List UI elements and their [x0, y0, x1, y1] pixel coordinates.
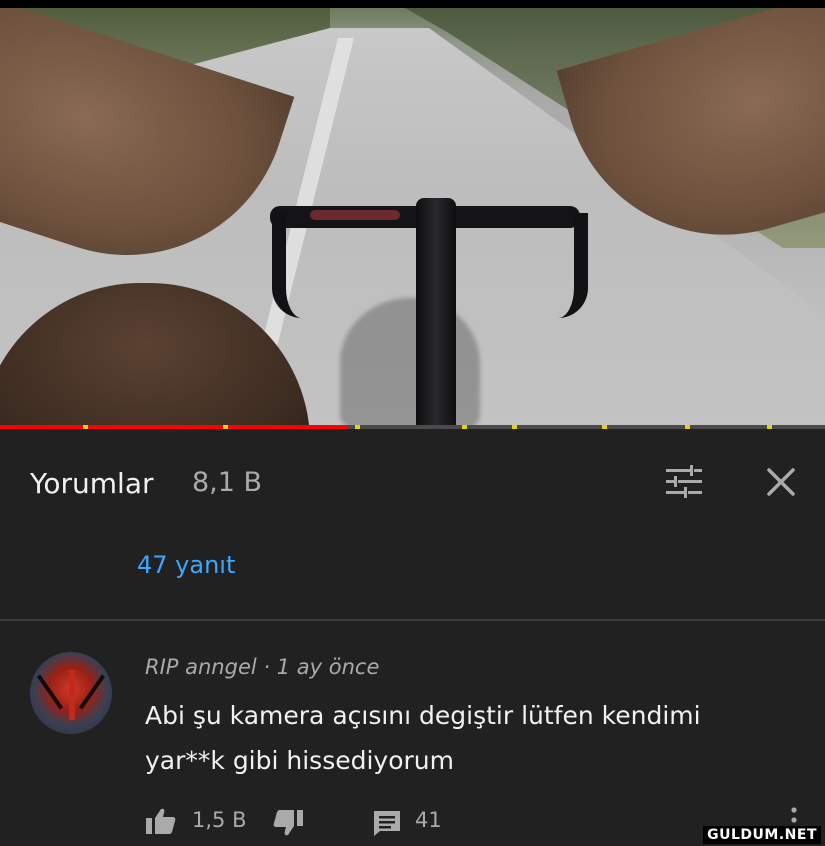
watermark-logo: GULDUM.NET [703, 826, 821, 844]
video-shadow [340, 298, 480, 426]
like-count: 1,5 B [192, 808, 247, 832]
comment-time: 1 ay önce [276, 655, 380, 679]
comment-text: Abi şu kamera açısını degiştir lütfen ke… [145, 701, 701, 775]
avatar-detail [78, 674, 106, 710]
video-bike-stem [416, 198, 456, 426]
comment-meta: RIP anngel · 1 ay önce [145, 655, 379, 679]
comment-actions: 1,5 B 41 [0, 805, 825, 839]
thumbs-down-icon[interactable] [272, 809, 304, 837]
replies-section: 47 yanıt [0, 537, 825, 617]
comment-item: RIP anngel · 1 ay önce Abi şu kamera açı… [0, 621, 825, 846]
comments-count: 8,1 B [192, 467, 263, 498]
thumbs-up-icon[interactable] [145, 807, 177, 835]
reply-comment-icon[interactable] [372, 809, 402, 837]
comment-author[interactable]: RIP anngel [145, 655, 257, 679]
close-icon[interactable] [764, 465, 798, 499]
avatar[interactable] [30, 652, 112, 734]
video-handlebar-drop-right [548, 213, 588, 318]
view-replies-link[interactable]: 47 yanıt [137, 551, 235, 579]
avatar-detail [36, 674, 64, 710]
sort-filter-icon[interactable] [664, 465, 704, 499]
video-handlebar-accent [310, 210, 400, 220]
comments-header: Yorumlar 8,1 B [0, 429, 825, 537]
video-handlebar-drop-left [272, 213, 312, 318]
video-player[interactable] [0, 8, 825, 426]
top-black-strip [0, 0, 825, 8]
avatar-detail [69, 670, 75, 720]
meta-separator: · [263, 655, 271, 679]
reply-count: 41 [415, 808, 442, 832]
comments-title: Yorumlar [30, 467, 154, 500]
